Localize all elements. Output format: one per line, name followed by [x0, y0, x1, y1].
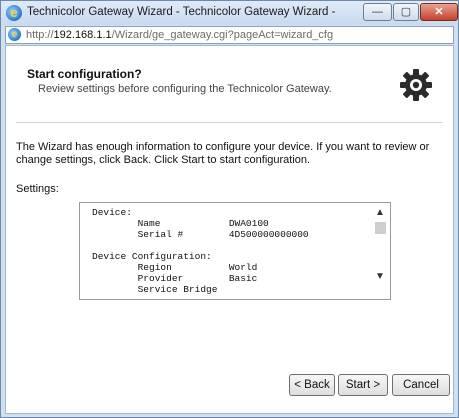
scrollbar-thumb[interactable] [375, 222, 386, 234]
url-prefix: http:// [26, 29, 54, 41]
cancel-button[interactable]: Cancel [392, 374, 450, 396]
wizard-description: The Wizard has enough information to con… [16, 141, 430, 166]
header-divider [16, 122, 443, 123]
minimize-button[interactable]: — [363, 3, 392, 21]
settings-textarea[interactable]: Device: Name DWA0100 Serial # 4D50000000… [79, 202, 391, 300]
scroll-up-arrow[interactable]: ▲ [374, 207, 386, 219]
close-button[interactable]: ✕ [420, 3, 458, 21]
gear-icon [400, 69, 432, 101]
scroll-down-arrow[interactable]: ▼ [374, 271, 386, 283]
internet-explorer-icon: e [6, 5, 22, 21]
page-title: Start configuration? [27, 67, 142, 81]
page-subtitle: Review settings before configuring the T… [38, 83, 332, 95]
url-path: /Wizard/ge_gateway.cgi?pageAct=wizard_cf… [111, 29, 334, 41]
url-host: 192.168.1.1 [53, 29, 112, 41]
settings-summary: Device: Name DWA0100 Serial # 4D50000000… [92, 207, 309, 295]
wizard-page: Start configuration? Review settings bef… [5, 45, 454, 414]
browser-window: e Technicolor Gateway Wizard - Technicol… [0, 0, 459, 418]
internet-explorer-icon: e [8, 28, 21, 41]
back-button[interactable]: < Back [289, 374, 335, 396]
start-button[interactable]: Start > [338, 374, 388, 396]
settings-label: Settings: [16, 183, 59, 195]
address-url[interactable]: http://192.168.1.1/Wizard/ge_gateway.cgi… [26, 29, 333, 41]
maximize-button[interactable]: ▢ [393, 3, 419, 21]
title-bar[interactable]: e Technicolor Gateway Wizard - Technicol… [1, 1, 458, 25]
window-title: Technicolor Gateway Wizard - Technicolor… [27, 6, 339, 18]
address-bar[interactable]: e http://192.168.1.1/Wizard/ge_gateway.c… [5, 26, 454, 44]
